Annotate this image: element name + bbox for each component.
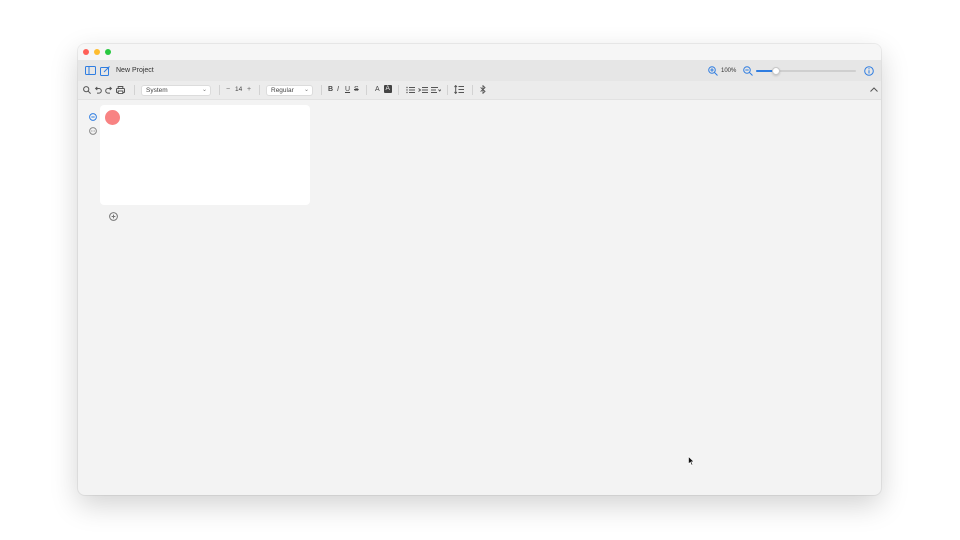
minimize-window-button[interactable] xyxy=(94,49,100,55)
toolbar-separator xyxy=(366,85,367,95)
font-size-increase-button[interactable]: + xyxy=(247,86,251,93)
zoom-out-icon[interactable] xyxy=(742,65,753,76)
chevron-down-icon: ⌄ xyxy=(303,87,309,93)
bluetooth-icon[interactable] xyxy=(479,85,487,94)
sidebar-icon[interactable] xyxy=(85,65,96,76)
italic-button[interactable]: I xyxy=(337,86,339,93)
bold-button[interactable]: B xyxy=(328,86,333,93)
card-color-dot[interactable] xyxy=(105,110,120,125)
toolbar-separator xyxy=(219,85,220,95)
underline-button[interactable]: U xyxy=(345,86,350,93)
close-window-button[interactable] xyxy=(83,49,89,55)
format-toolbar: System ⌄ − 14 + Regular ⌄ B I U S A A xyxy=(78,81,881,100)
align-icon[interactable] xyxy=(431,85,441,94)
font-weight-value: Regular xyxy=(271,87,294,94)
redo-icon[interactable] xyxy=(104,85,113,94)
toolbar-separator xyxy=(134,85,135,95)
toolbar-separator xyxy=(398,85,399,95)
line-spacing-icon[interactable] xyxy=(454,85,464,94)
font-weight-select[interactable]: Regular ⌄ xyxy=(266,85,313,96)
zoom-slider-knob[interactable] xyxy=(772,67,780,75)
info-icon[interactable] xyxy=(864,66,874,76)
font-size-value[interactable]: 14 xyxy=(235,86,242,93)
zoom-level-label: 100% xyxy=(721,68,737,74)
zoom-in-icon[interactable] xyxy=(707,65,718,76)
more-circle-icon[interactable] xyxy=(88,126,97,135)
highlight-label: A xyxy=(385,85,390,92)
print-icon[interactable] xyxy=(116,85,125,94)
project-title: New Project xyxy=(116,67,154,74)
toolbar-separator xyxy=(472,85,473,95)
app-window: New Project 100% System ⌄ − 14 + Regular… xyxy=(78,44,881,495)
undo-icon[interactable] xyxy=(93,85,102,94)
zoom-slider[interactable] xyxy=(756,67,856,75)
font-family-value: System xyxy=(146,87,168,94)
bullet-list-icon[interactable] xyxy=(406,85,415,94)
chevron-up-icon[interactable] xyxy=(869,85,878,94)
toolbar-separator xyxy=(447,85,448,95)
compose-icon[interactable] xyxy=(99,65,110,76)
highlight-button[interactable]: A xyxy=(384,85,392,93)
font-size-decrease-button[interactable]: − xyxy=(226,86,230,93)
mouse-cursor-icon xyxy=(688,453,695,471)
toolbar-separator xyxy=(321,85,322,95)
search-icon[interactable] xyxy=(82,85,91,94)
title-bar xyxy=(78,44,881,60)
note-card[interactable] xyxy=(100,105,310,205)
text-color-button[interactable]: A xyxy=(375,86,380,93)
zoom-window-button[interactable] xyxy=(105,49,111,55)
indent-icon[interactable] xyxy=(418,85,428,94)
chevron-down-icon: ⌄ xyxy=(201,87,207,93)
strikethrough-button[interactable]: S xyxy=(354,86,359,93)
add-circle-icon[interactable] xyxy=(108,211,118,221)
toolbar-separator xyxy=(259,85,260,95)
font-family-select[interactable]: System ⌄ xyxy=(141,85,211,96)
remove-circle-icon[interactable] xyxy=(88,112,97,121)
